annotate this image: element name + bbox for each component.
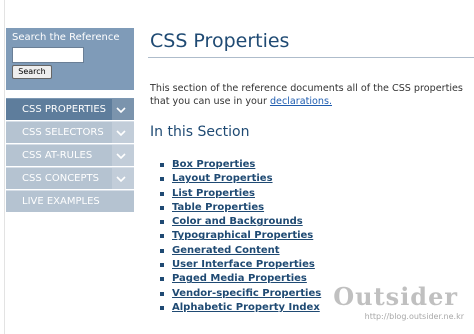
search-button[interactable]: Search xyxy=(12,65,52,79)
intro-text-2: that you can use in your xyxy=(150,96,270,107)
list-item: Color and Backgrounds xyxy=(160,215,321,229)
link-alphabetic-property-index[interactable]: Alphabetic Property Index xyxy=(172,302,320,313)
link-layout-properties[interactable]: Layout Properties xyxy=(172,173,273,184)
chevron-down-icon[interactable] xyxy=(116,105,126,115)
list-item: Box Properties xyxy=(160,158,321,172)
sidebar: Search the Reference Search CSS PROPERTI… xyxy=(6,28,134,213)
sidebar-item-label: LIVE EXAMPLES xyxy=(22,196,100,207)
list-item: Generated Content xyxy=(160,244,321,258)
declarations-link[interactable]: declarations. xyxy=(270,96,332,107)
intro-paragraph: This section of the reference documents … xyxy=(150,82,474,108)
bullet-icon xyxy=(160,191,164,196)
bullet-icon xyxy=(160,177,164,182)
link-user-interface-properties[interactable]: User Interface Properties xyxy=(172,259,315,270)
page-left-border xyxy=(4,0,5,334)
link-color-and-backgrounds[interactable]: Color and Backgrounds xyxy=(172,216,303,227)
bullet-icon xyxy=(160,163,164,167)
list-item: User Interface Properties xyxy=(160,258,321,272)
chevron-down-icon[interactable] xyxy=(116,128,126,138)
link-vendor-specific-properties[interactable]: Vendor-specific Properties xyxy=(172,288,321,299)
list-item: Typographical Properties xyxy=(160,229,321,243)
bullet-icon xyxy=(160,220,164,225)
bullet-icon xyxy=(160,291,164,296)
link-typographical-properties[interactable]: Typographical Properties xyxy=(172,230,313,241)
bullet-icon xyxy=(160,234,164,239)
sidebar-item-css-properties[interactable]: CSS PROPERTIES xyxy=(6,98,134,120)
bullet-icon xyxy=(160,248,164,253)
search-input[interactable] xyxy=(12,47,84,63)
sidebar-item-css-selectors[interactable]: CSS SELECTORS xyxy=(6,121,134,143)
link-table-properties[interactable]: Table Properties xyxy=(172,202,264,213)
chevron-down-icon[interactable] xyxy=(116,174,126,184)
sidebar-item-css-at-rules[interactable]: CSS AT-RULES xyxy=(6,144,134,166)
link-generated-content[interactable]: Generated Content xyxy=(172,245,280,256)
list-item: Table Properties xyxy=(160,201,321,215)
sidebar-nav: CSS PROPERTIES CSS SELECTORS CSS AT-RULE… xyxy=(6,98,134,212)
list-item: Alphabetic Property Index xyxy=(160,301,321,315)
search-panel-title: Search the Reference xyxy=(12,32,120,43)
watermark-title: Outsider xyxy=(333,282,458,311)
sidebar-item-label: CSS AT-RULES xyxy=(22,150,93,161)
link-box-properties[interactable]: Box Properties xyxy=(172,159,255,170)
page-title: CSS Properties xyxy=(150,30,290,52)
sidebar-item-live-examples[interactable]: LIVE EXAMPLES xyxy=(6,190,134,212)
bullet-icon xyxy=(160,263,164,268)
title-divider xyxy=(148,57,474,58)
watermark-url: http://blog.outsider.ne.kr xyxy=(364,312,464,321)
list-item: List Properties xyxy=(160,187,321,201)
sidebar-item-label: CSS CONCEPTS xyxy=(22,173,99,184)
bullet-icon xyxy=(160,305,164,310)
bullet-icon xyxy=(160,277,164,282)
watermark: Outsider http://blog.outsider.ne.kr xyxy=(308,282,468,332)
link-paged-media-properties[interactable]: Paged Media Properties xyxy=(172,273,307,284)
bullet-icon xyxy=(160,205,164,210)
sidebar-item-css-concepts[interactable]: CSS CONCEPTS xyxy=(6,167,134,189)
intro-text: This section of the reference documents … xyxy=(150,83,463,94)
list-item: Paged Media Properties xyxy=(160,272,321,286)
sidebar-item-label: CSS PROPERTIES xyxy=(22,104,106,115)
section-link-list: Box Properties Layout Properties List Pr… xyxy=(160,158,321,315)
sidebar-item-label: CSS SELECTORS xyxy=(22,127,104,138)
section-title: In this Section xyxy=(150,124,250,140)
search-panel: Search the Reference Search xyxy=(6,28,134,90)
link-list-properties[interactable]: List Properties xyxy=(172,188,255,199)
list-item: Vendor-specific Properties xyxy=(160,287,321,301)
list-item: Layout Properties xyxy=(160,172,321,186)
chevron-down-icon[interactable] xyxy=(116,151,126,161)
